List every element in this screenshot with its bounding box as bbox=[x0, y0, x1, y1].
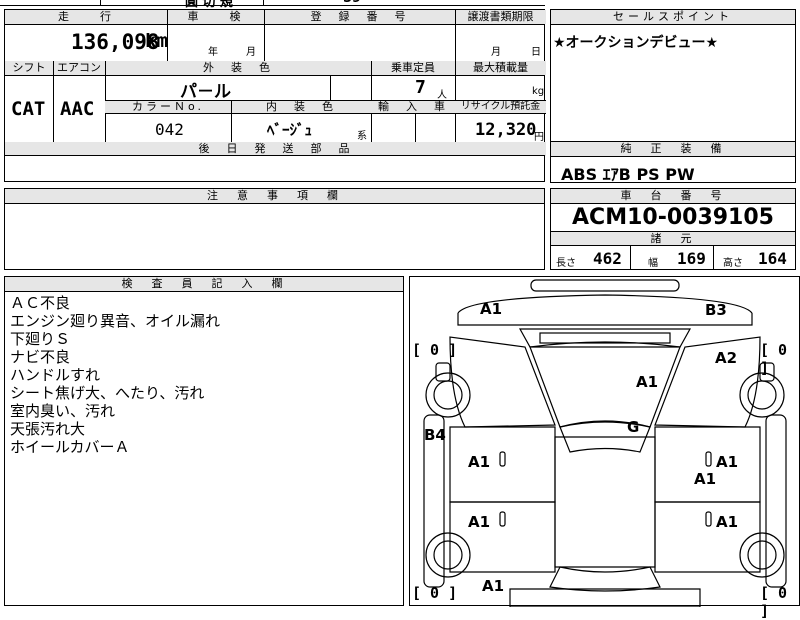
note-line: ホイールカバーＡ bbox=[10, 438, 130, 456]
damage-right-front-door: A1 bbox=[716, 453, 739, 471]
maxload-unit: kg bbox=[532, 86, 545, 97]
registration-label: 登 録 番 号 bbox=[264, 10, 455, 24]
chassis-number: ACM10-0039105 bbox=[572, 205, 774, 230]
caution-label: 注 意 事 項 欄 bbox=[5, 189, 544, 204]
damage-left-rear-door: A1 bbox=[468, 513, 491, 531]
width-label: 幅 bbox=[648, 258, 658, 269]
damage-right-center: A1 bbox=[694, 470, 717, 488]
damage-left-rocker: B4 bbox=[424, 426, 446, 444]
capacity-unit: 人 bbox=[437, 90, 447, 101]
top-partial-right: 59 bbox=[343, 0, 361, 6]
transfer-day: 日 bbox=[531, 47, 541, 58]
chassis-label: 車 台 番 号 bbox=[551, 189, 795, 204]
note-line: ハンドルすれ bbox=[10, 366, 101, 384]
shaken-month: 月 bbox=[246, 47, 256, 58]
shipping-label: 後 日 発 送 部 品 bbox=[5, 142, 546, 156]
ac-label: エアコン bbox=[53, 61, 105, 75]
width-value: 169 bbox=[677, 249, 706, 268]
interior-value: ﾍﾞｰｼﾞｭ bbox=[267, 121, 313, 139]
damage-left-front-door: A1 bbox=[468, 453, 491, 471]
tire-tread-left-top: [ 0 ] bbox=[412, 341, 458, 359]
damage-front-right: B3 bbox=[705, 301, 727, 319]
tire-tread-right-bottom: [ 0 ] bbox=[760, 584, 788, 620]
length-label: 長さ bbox=[556, 258, 576, 269]
damage-rear-left: A1 bbox=[482, 577, 505, 595]
shipping-parts-area bbox=[4, 155, 545, 182]
inspector-notes: ＡＣ不良 エンジン廻り異音、オイル漏れ 下廻りＳ ナビ不良 ハンドルすれ シート… bbox=[10, 294, 220, 456]
length-value: 462 bbox=[593, 249, 622, 268]
capacity-label: 乗車定員 bbox=[371, 61, 455, 75]
vehicle-info-grid: 走 行 車 検 登 録 番 号 譲渡書類期限 136,098 km 年 月 月 … bbox=[4, 9, 546, 157]
sales-point-label: セールスポイント bbox=[551, 10, 795, 25]
car-diagram bbox=[423, 279, 787, 607]
note-line: 下廻りＳ bbox=[10, 330, 71, 348]
capacity-value: 7 bbox=[415, 77, 426, 98]
sales-point-box: セールスポイント ★オークションデビュー★ bbox=[550, 9, 796, 142]
exterior-label: 外 装 色 bbox=[105, 61, 371, 75]
import-label: 輸 入 車 bbox=[378, 100, 448, 113]
recycle-unit: 円 bbox=[534, 132, 544, 143]
shaken-label: 車 検 bbox=[167, 10, 264, 24]
height-label: 高さ bbox=[723, 258, 743, 269]
ac-value: AAC bbox=[60, 98, 95, 120]
tire-tread-right-top: [ 0 ] bbox=[760, 341, 788, 377]
mileage-unit: km bbox=[145, 30, 168, 52]
equipment-value: ABS ｴｱB PS PW bbox=[561, 165, 695, 184]
interior-unit: 系 bbox=[357, 131, 367, 142]
equipment-label: 純 正 装 備 bbox=[551, 142, 795, 157]
top-partial-strip bbox=[0, 0, 545, 6]
damage-right-rear-door: A1 bbox=[716, 513, 739, 531]
recycle-label: リサイクル預託金 bbox=[460, 101, 541, 112]
note-line: ナビ不良 bbox=[10, 348, 71, 366]
sales-point-text: ★オークションデビュー★ bbox=[553, 35, 719, 51]
inspector-box: 検 査 員 記 入 欄 ＡＣ不良 エンジン廻り異音、オイル漏れ 下廻りＳ ナビ不… bbox=[4, 276, 404, 606]
inspector-label: 検 査 員 記 入 欄 bbox=[5, 277, 403, 292]
maxload-label: 最大積載量 bbox=[455, 61, 546, 75]
colorno-label: カラーＮo. bbox=[131, 100, 205, 113]
car-diagram-box: A1 B3 A2 A1 G B4 A1 A1 A1 A1 A1 A1 [ 0 ]… bbox=[409, 276, 800, 620]
transfer-label: 譲渡書類期限 bbox=[455, 10, 546, 24]
damage-front-left: A1 bbox=[480, 300, 503, 318]
exterior-value: パ－ル bbox=[180, 82, 231, 102]
dims-label: 諸 元 bbox=[551, 231, 795, 246]
transfer-month: 月 bbox=[491, 47, 501, 58]
shift-value: CAT bbox=[11, 98, 46, 120]
chassis-box: 車 台 番 号 ACM10-0039105 諸 元 長さ 462 幅 169 高… bbox=[550, 188, 796, 270]
note-line: ＡＣ不良 bbox=[10, 294, 71, 312]
note-line: エンジン廻り異音、オイル漏れ bbox=[10, 312, 221, 330]
damage-hood: A1 bbox=[636, 373, 659, 391]
note-line: シート焦げ大、へたり、汚れ bbox=[10, 384, 205, 402]
shaken-year: 年 bbox=[208, 47, 218, 58]
tire-tread-left-bottom: [ 0 ] bbox=[412, 584, 458, 602]
note-line: 天張汚れ大 bbox=[10, 420, 86, 438]
interior-label: 内 装 色 bbox=[266, 100, 336, 113]
height-value: 164 bbox=[758, 249, 787, 268]
note-line: 室内臭い、汚れ bbox=[10, 402, 116, 420]
caution-box: 注 意 事 項 欄 bbox=[4, 188, 545, 270]
shift-label: シフト bbox=[5, 61, 53, 75]
equipment-box: 純 正 装 備 ABS ｴｱB PS PW bbox=[550, 141, 796, 184]
recycle-value: 12,320 bbox=[475, 120, 537, 140]
colorno-value: 042 bbox=[155, 120, 184, 139]
damage-windshield: G bbox=[627, 418, 640, 436]
damage-right-fender: A2 bbox=[715, 349, 738, 367]
mileage-label: 走 行 bbox=[5, 10, 167, 24]
